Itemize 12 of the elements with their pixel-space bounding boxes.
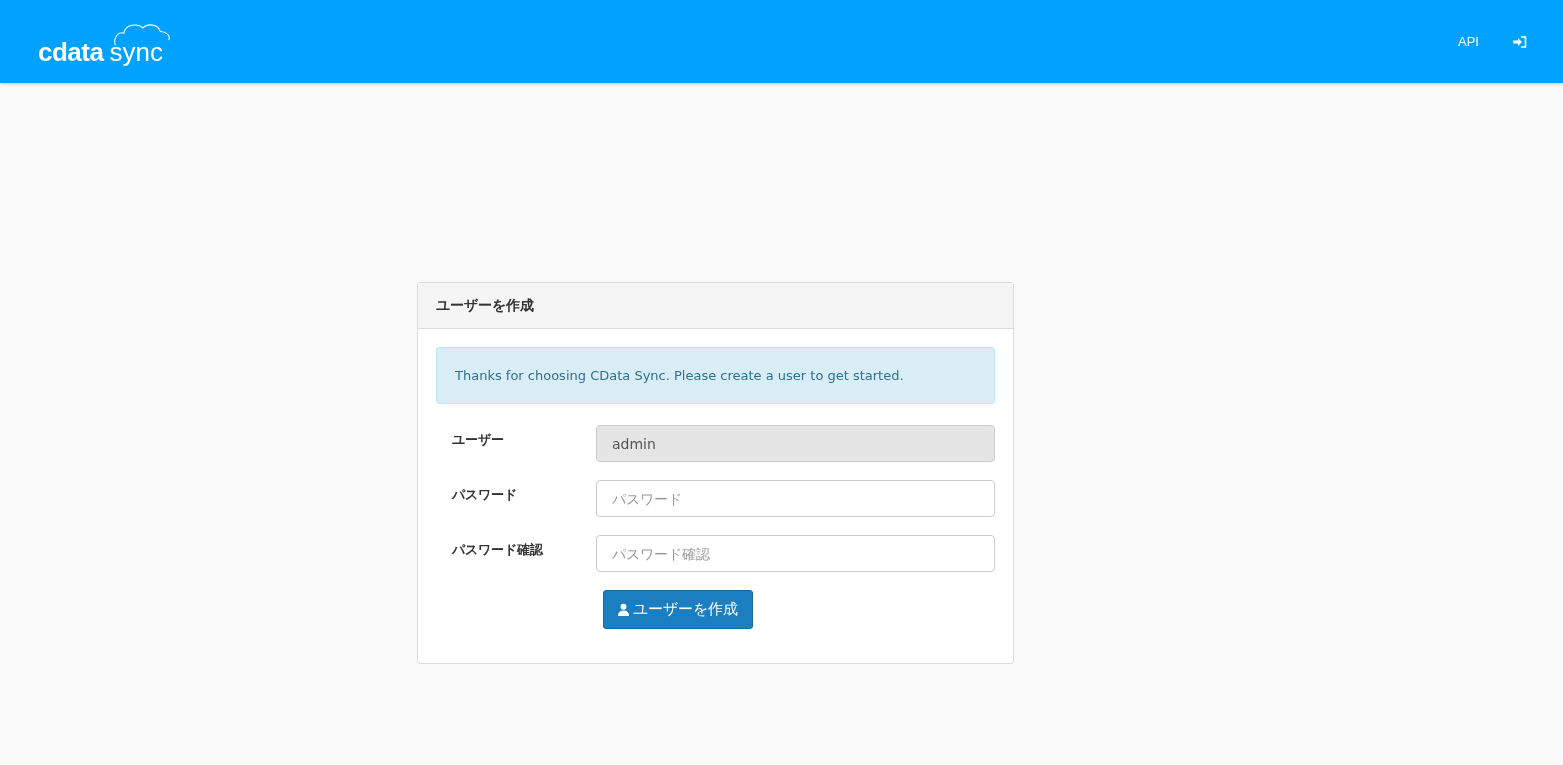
sign-in-icon[interactable] — [1513, 35, 1527, 48]
panel-title: ユーザーを作成 — [436, 296, 534, 315]
password-field[interactable]: パスワード — [596, 480, 995, 517]
user-icon — [618, 603, 629, 616]
field-label: パスワード確認 — [450, 540, 544, 559]
field-label: ユーザー — [451, 430, 505, 449]
field-label: パスワード — [450, 485, 518, 504]
password-field[interactable]: パスワード確認 — [596, 535, 995, 572]
cdata-sync-logo[interactable]: cdata sync — [38, 18, 169, 65]
api-link[interactable]: API — [1458, 34, 1479, 49]
alert-text: Thanks for choosing CData Sync. Please create a user to get started. — [455, 368, 904, 383]
create-user-button[interactable]: ユーザーを作成 — [603, 590, 753, 629]
